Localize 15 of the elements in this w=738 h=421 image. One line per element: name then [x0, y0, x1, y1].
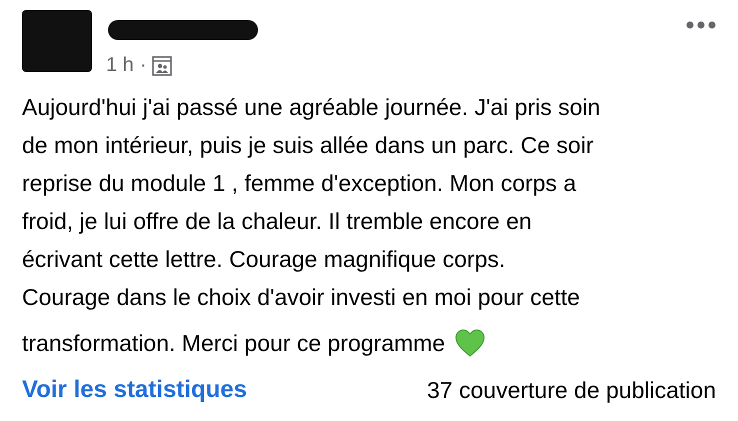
- audience-icon: [152, 56, 172, 76]
- post-reach: 37 couverture de publication: [427, 376, 716, 404]
- post-text-line: transformation. Merci pour ce programme: [22, 329, 446, 358]
- post-text-line: de mon intérieur, puis je suis allée dans un parc. Ce soir: [22, 131, 594, 160]
- more-options-icon[interactable]: [686, 20, 716, 30]
- post-time: 1 h: [106, 54, 134, 77]
- heart-icon: [455, 329, 486, 357]
- post-text-line: écrivant cette lettre. Courage magnifique corps.: [22, 245, 506, 274]
- post-text-line: froid, je lui offre de la chaleur. Il tremble encore en: [22, 207, 532, 236]
- post-text-line: reprise du module 1 , femme d'exception. Mon corps a: [22, 169, 576, 198]
- redaction-mark: [22, 10, 92, 72]
- post-text-line: Courage dans le choix d'avoir investi en moi pour cette: [22, 283, 580, 312]
- view-statistics-link[interactable]: Voir les statistiques: [22, 376, 247, 404]
- post-text-line: Aujourd'hui j'ai passé une agréable journée. J'ai pris soin: [22, 93, 600, 122]
- separator: ·: [140, 54, 146, 77]
